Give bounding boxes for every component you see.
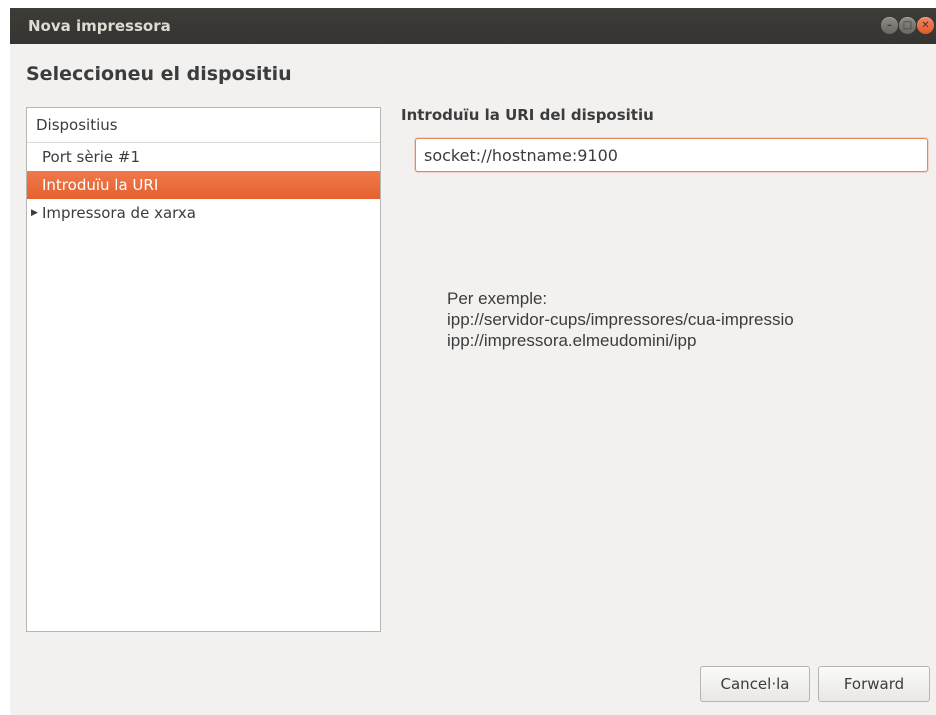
device-item-enter-uri[interactable]: Introduïu la URI — [27, 171, 380, 199]
forward-button[interactable]: Forward — [818, 666, 930, 702]
example-text: Per exemple: ipp://servidor-cups/impress… — [447, 288, 794, 351]
triangle-right-icon[interactable]: ▶ — [31, 199, 38, 227]
cancel-button[interactable]: Cancel·la — [700, 666, 810, 702]
uri-input[interactable] — [415, 138, 928, 172]
close-icon: ✕ — [921, 20, 930, 31]
device-item-label: Port sèrie #1 — [42, 148, 140, 166]
device-item-network-printer[interactable]: ▶ Impressora de xarxa — [27, 199, 380, 227]
device-list-header[interactable]: Dispositius — [27, 108, 380, 143]
new-printer-dialog: Nova impressora – □ ✕ Seleccioneu el dis… — [10, 8, 936, 715]
window-title: Nova impressora — [28, 17, 171, 35]
maximize-icon: □ — [902, 20, 913, 31]
page-heading: Seleccioneu el dispositiu — [26, 63, 292, 85]
window-controls: – □ ✕ — [881, 17, 934, 35]
device-list: Dispositius Port sèrie #1 Introduïu la U… — [26, 107, 381, 632]
device-item-label: Introduïu la URI — [42, 176, 159, 194]
device-item-serial-port[interactable]: Port sèrie #1 — [27, 143, 380, 171]
example-line-1: ipp://servidor-cups/impressores/cua-impr… — [447, 310, 794, 329]
minimize-button[interactable]: – — [881, 17, 898, 34]
close-button[interactable]: ✕ — [917, 17, 934, 34]
minimize-icon: – — [887, 20, 892, 31]
uri-label: Introduïu la URI del dispositiu — [401, 106, 654, 124]
example-line-2: ipp://impressora.elmeudomini/ipp — [447, 331, 697, 350]
device-item-label: Impressora de xarxa — [42, 204, 196, 222]
example-title: Per exemple: — [447, 289, 548, 308]
title-bar[interactable]: Nova impressora – □ ✕ — [10, 8, 936, 44]
maximize-button[interactable]: □ — [899, 17, 916, 34]
